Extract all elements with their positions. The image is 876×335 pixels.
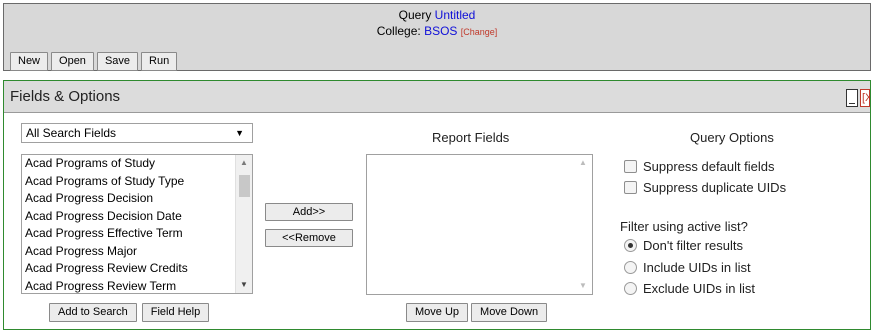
scroll-down-icon[interactable]: ▼: [236, 277, 252, 293]
close-icon[interactable]: [860, 89, 870, 107]
college-name-link[interactable]: BSOS: [424, 24, 457, 38]
minimize-icon[interactable]: [846, 89, 858, 107]
open-button[interactable]: Open: [51, 52, 94, 71]
list-item[interactable]: Acad Progress Major: [22, 243, 252, 261]
list-item[interactable]: Acad Progress Effective Term: [22, 225, 252, 243]
dont-filter-label: Don't filter results: [643, 238, 744, 253]
report-list-scrollbar[interactable]: ▲ ▼: [575, 155, 592, 294]
report-fields-list[interactable]: ▲ ▼: [366, 154, 593, 295]
scroll-down-icon[interactable]: ▼: [575, 278, 591, 294]
scroll-up-icon[interactable]: ▲: [575, 155, 591, 171]
add-field-button[interactable]: Add>>: [265, 203, 353, 221]
college-line: College: BSOS [Change]: [4, 24, 870, 40]
search-fields-list[interactable]: Acad Programs of Study Acad Programs of …: [21, 154, 253, 294]
query-name-link[interactable]: Untitled: [435, 8, 476, 22]
field-list-actions: Add to Search Field Help: [49, 303, 210, 322]
run-button[interactable]: Run: [141, 52, 178, 71]
scrollbar-thumb[interactable]: [239, 175, 250, 197]
add-to-search-button[interactable]: Add to Search: [49, 303, 137, 322]
suppress-duplicate-checkbox[interactable]: [624, 181, 637, 194]
suppress-default-label: Suppress default fields: [643, 159, 775, 174]
suppress-default-checkbox[interactable]: [624, 160, 637, 173]
query-title-line: Query Untitled: [4, 8, 870, 23]
scroll-up-icon[interactable]: ▲: [236, 155, 252, 171]
college-label: College:: [376, 24, 421, 38]
query-label: Query: [398, 8, 432, 22]
search-fields-select[interactable]: All Search Fields ▼: [21, 123, 253, 143]
move-down-button[interactable]: Move Down: [471, 303, 548, 322]
fields-options-panel: Fields & Options All Search Fields ▼ Aca…: [3, 80, 871, 330]
search-fields-selected: All Search Fields: [26, 126, 117, 140]
list-item[interactable]: Acad Programs of Study Type: [22, 173, 252, 191]
dont-filter-radio[interactable]: [624, 239, 637, 252]
list-item[interactable]: Acad Progress Review Term: [22, 278, 252, 294]
include-uids-radio[interactable]: [624, 261, 637, 274]
exclude-uids-radio[interactable]: [624, 282, 637, 295]
suppress-duplicate-option[interactable]: Suppress duplicate UIDs: [624, 180, 786, 195]
exclude-uids-option[interactable]: Exclude UIDs in list: [624, 281, 755, 296]
remove-field-button[interactable]: <<Remove: [265, 229, 353, 247]
dropdown-arrow-icon: ▼: [235, 128, 244, 138]
dont-filter-option[interactable]: Don't filter results: [624, 238, 743, 253]
report-fields-heading: Report Fields: [432, 130, 510, 145]
report-fields-actions: Move Up Move Down: [406, 303, 548, 322]
field-help-button[interactable]: Field Help: [141, 303, 210, 322]
change-college-link[interactable]: [Change]: [461, 27, 498, 37]
query-header-panel: Query Untitled College: BSOS [Change] Ne…: [3, 3, 871, 71]
query-toolbar: New Open Save Run: [10, 52, 178, 71]
list-item[interactable]: Acad Progress Review Credits: [22, 260, 252, 278]
list-item[interactable]: Acad Programs of Study: [22, 155, 252, 173]
suppress-default-option[interactable]: Suppress default fields: [624, 159, 775, 174]
list-item[interactable]: Acad Progress Decision Date: [22, 208, 252, 226]
move-up-button[interactable]: Move Up: [406, 303, 469, 322]
filter-active-list-label: Filter using active list?: [620, 219, 748, 234]
query-options-heading: Query Options: [690, 130, 774, 145]
field-list-scrollbar[interactable]: ▲ ▼: [235, 155, 252, 293]
new-button[interactable]: New: [10, 52, 49, 71]
suppress-duplicate-label: Suppress duplicate UIDs: [643, 180, 787, 195]
transfer-buttons: Add>> <<Remove: [265, 203, 353, 255]
exclude-uids-label: Exclude UIDs in list: [643, 281, 755, 296]
include-uids-label: Include UIDs in list: [643, 260, 751, 275]
list-item[interactable]: Acad Progress Decision: [22, 190, 252, 208]
fields-options-header: Fields & Options: [4, 81, 870, 113]
save-button[interactable]: Save: [96, 52, 139, 71]
include-uids-option[interactable]: Include UIDs in list: [624, 260, 751, 275]
fields-options-title: Fields & Options: [10, 88, 121, 105]
